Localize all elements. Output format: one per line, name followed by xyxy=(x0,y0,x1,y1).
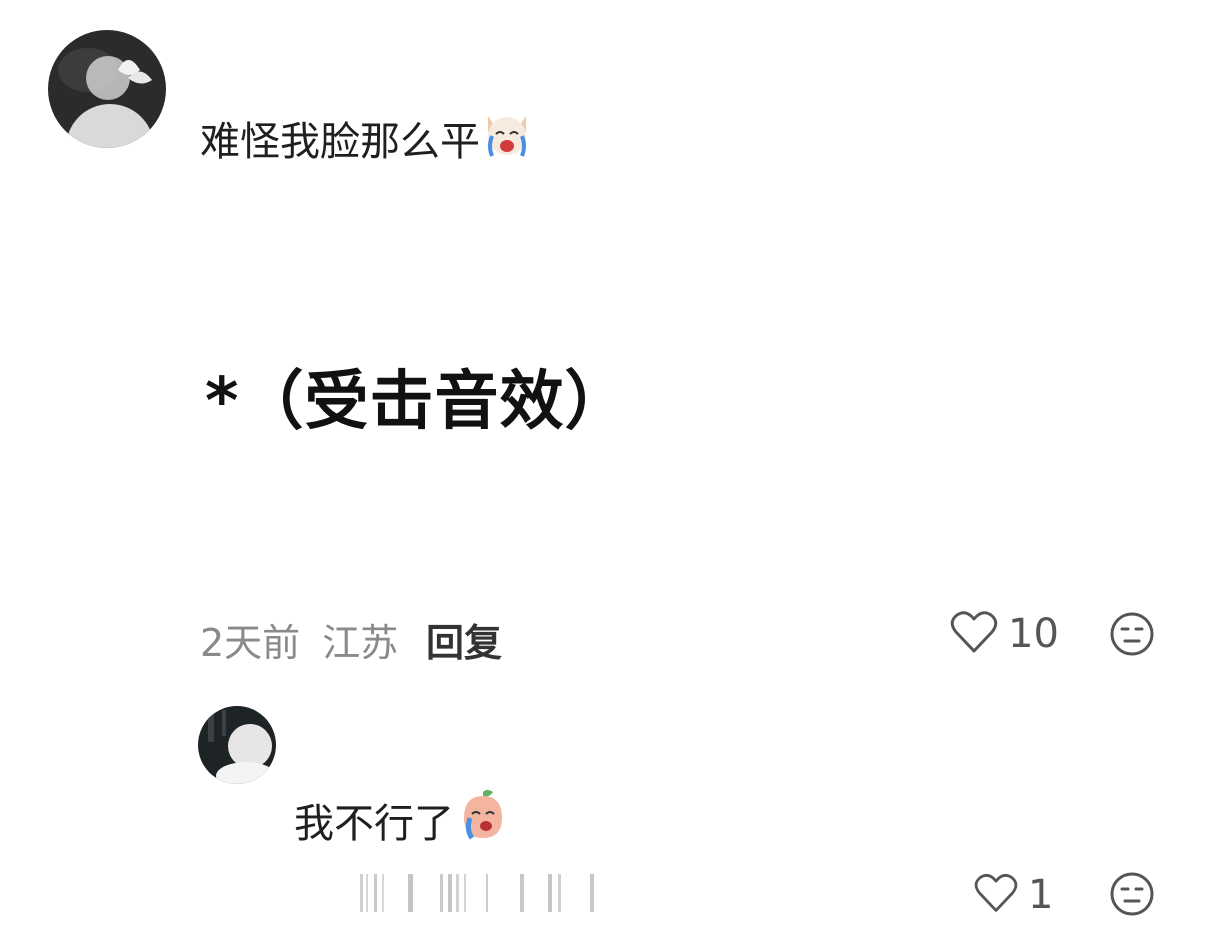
reply-text-content: 我不行了 xyxy=(294,801,454,847)
reply-button[interactable]: 回复 xyxy=(426,612,502,667)
comment-like-count: 10 xyxy=(1008,611,1059,657)
comment-text: 难怪我脸那么平 xyxy=(200,108,532,168)
comment-text-content: 难怪我脸那么平 xyxy=(200,119,480,165)
crying-dog-icon xyxy=(482,108,532,168)
comment-like-button[interactable]: 10 xyxy=(950,610,1059,658)
comment-react-button[interactable] xyxy=(1110,612,1154,660)
heart-icon xyxy=(974,872,1018,918)
comment-time: 2天前 xyxy=(200,621,301,665)
redacted-meta xyxy=(290,872,610,916)
comment-image-text: *（受击音效） xyxy=(205,365,630,439)
replier-avatar[interactable] xyxy=(198,706,276,784)
reply-like-count: 1 xyxy=(1028,872,1054,918)
neutral-face-icon xyxy=(1110,612,1154,660)
crying-peach-icon xyxy=(456,788,510,852)
neutral-face-icon xyxy=(1110,872,1154,920)
reply-like-button[interactable]: 1 xyxy=(974,872,1053,918)
heart-icon xyxy=(950,610,998,658)
comment-location: 江苏 xyxy=(322,621,399,665)
comment-meta: 2天前 江苏 xyxy=(200,612,398,667)
reply-text: 我不行了 xyxy=(294,788,510,852)
commenter-avatar[interactable] xyxy=(48,30,166,148)
reply-react-button[interactable] xyxy=(1110,872,1154,920)
